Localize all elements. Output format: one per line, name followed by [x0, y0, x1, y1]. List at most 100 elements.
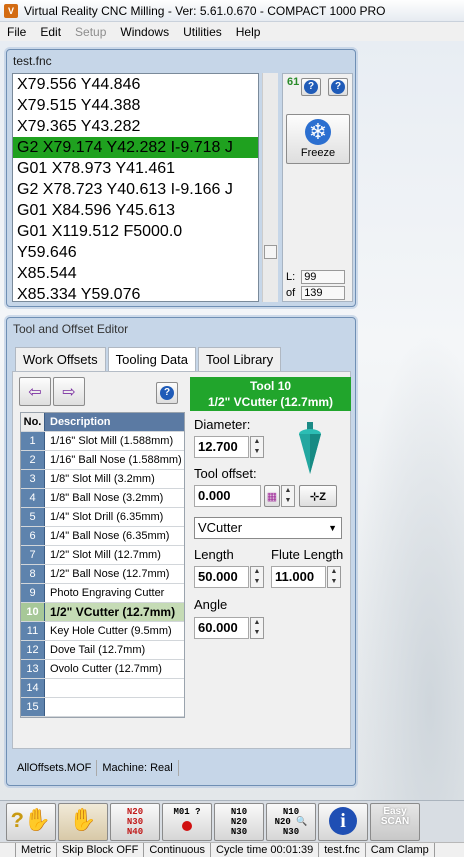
table-row[interactable]: 2 1/16" Ball Nose (1.588mm) [21, 451, 184, 470]
hand-button[interactable]: ✋ [58, 803, 108, 841]
import-tool-button[interactable]: ⇦ [19, 377, 51, 406]
table-row[interactable]: 7 1/2" Slot Mill (12.7mm) [21, 546, 184, 565]
code-line[interactable]: G01 X119.512 F5000.0 [13, 221, 258, 242]
help-tool-button[interactable]: ?✋ [6, 803, 56, 841]
info-icon: i [329, 807, 357, 835]
length-spinner[interactable]: ▲ ▼ [250, 566, 264, 588]
tool-offset-input[interactable]: 0.000 [194, 485, 261, 507]
flute-length-input[interactable]: 11.000 [271, 566, 326, 588]
m01-button[interactable]: M01 ? [162, 803, 212, 841]
help-button[interactable]: ? [328, 78, 348, 96]
table-row[interactable]: 4 1/8" Ball Nose (3.2mm) [21, 489, 184, 508]
code-line-current[interactable]: G2 X79.174 Y42.282 I-9.718 J [13, 137, 258, 158]
tool-description-cell: 1/8" Slot Mill (3.2mm) [50, 473, 155, 485]
scroll-thumb[interactable] [264, 245, 277, 259]
menu-edit[interactable]: Edit [33, 25, 68, 39]
tool-number-cell: 4 [21, 489, 45, 507]
editor-title: test.fnc [13, 54, 52, 68]
chevron-down-icon: ▼ [328, 523, 337, 533]
code-line[interactable]: X85.544 [13, 263, 258, 284]
code-line[interactable]: G01 X78.973 Y41.461 [13, 158, 258, 179]
code-view[interactable]: X79.556 Y44.846 X79.515 Y44.388 X79.365 … [12, 73, 259, 302]
info-button[interactable]: i [318, 803, 368, 841]
question-icon: ? [304, 80, 318, 94]
app-icon: V [4, 3, 18, 18]
tool-number-cell: 1 [21, 432, 45, 450]
snowflake-icon: ❄ [305, 119, 331, 145]
tooling-help-button[interactable]: ? [156, 382, 178, 404]
file-status: test.fnc [319, 843, 366, 857]
export-tool-button[interactable]: ⇨ [53, 377, 85, 406]
cutter-type-value: VCutter [198, 520, 243, 535]
tool-description-cell: 1/8" Ball Nose (3.2mm) [50, 492, 164, 504]
n10-button[interactable]: N10 N20 N30 [214, 803, 264, 841]
table-row[interactable]: 15 [21, 698, 184, 717]
code-line[interactable]: G01 X84.596 Y45.613 [13, 200, 258, 221]
menu-windows[interactable]: Windows [113, 25, 176, 39]
code-line[interactable]: Y59.646 [13, 242, 258, 263]
table-row[interactable]: 13 Ovolo Cutter (12.7mm) [21, 660, 184, 679]
calculator-button[interactable]: ▦ [264, 485, 280, 507]
table-row[interactable]: 12 Dove Tail (12.7mm) [21, 641, 184, 660]
table-row[interactable]: 11 Key Hole Cutter (9.5mm) [21, 622, 184, 641]
m01-label: M01 ? [173, 807, 201, 817]
table-row[interactable]: 14 [21, 679, 184, 698]
diameter-input[interactable]: 12.700 [194, 436, 249, 458]
of-value: 139 [301, 286, 346, 300]
tab-tooling-data[interactable]: Tooling Data [107, 347, 196, 371]
tab-work-offsets[interactable]: Work Offsets [15, 347, 106, 371]
menu-file[interactable]: File [0, 25, 33, 39]
table-header: No. Description [21, 413, 184, 432]
bottom-toolbar: ?✋ ✋ N20 N30 N40 M01 ? N10 N20 N30 N10 N20 🔍 N… [0, 800, 464, 842]
angle-spinner[interactable]: ▲ ▼ [250, 617, 264, 639]
gcode-help-button[interactable]: ? [301, 78, 321, 96]
cutter-type-select[interactable]: VCutter ▼ [194, 517, 342, 539]
editor-side-panel: 61 ? ? ❄ Freeze L: 99 of 139 [282, 73, 353, 302]
skip-block-status[interactable]: Skip Block OFF [57, 843, 145, 857]
tool-number-cell: 12 [21, 641, 45, 659]
table-row[interactable]: 6 1/4" Ball Nose (6.35mm) [21, 527, 184, 546]
code-line[interactable]: X79.365 Y43.282 [13, 116, 258, 137]
tab-tool-library[interactable]: Tool Library [197, 347, 282, 371]
table-row[interactable]: 3 1/8" Slot Mill (3.2mm) [21, 470, 184, 489]
tool-number-cell: 7 [21, 546, 45, 564]
arrow-left-icon: ⇦ [28, 383, 42, 401]
easy-scan-button[interactable]: Easy SCAN [370, 803, 420, 841]
tool-description-cell: Ovolo Cutter (12.7mm) [50, 663, 162, 675]
n10-search-button[interactable]: N10 N20 🔍 N30 [266, 803, 316, 841]
flute-length-spinner[interactable]: ▲ ▼ [327, 566, 341, 588]
code-line[interactable]: X79.515 Y44.388 [13, 95, 258, 116]
tool-number-cell: 5 [21, 508, 45, 526]
arrow-right-icon: ⇨ [62, 383, 76, 401]
code-line[interactable]: G2 X78.723 Y40.613 I-9.166 J [13, 179, 258, 200]
code-scrollbar[interactable] [262, 73, 278, 302]
mode-status[interactable]: Continuous [144, 843, 212, 857]
table-row[interactable]: 10 1/2" VCutter (12.7mm) [21, 603, 184, 622]
length-input[interactable]: 50.000 [194, 566, 249, 588]
menu-setup[interactable]: Setup [68, 25, 113, 39]
angle-input[interactable]: 60.000 [194, 617, 249, 639]
hand-icon: ✋ [69, 809, 97, 834]
tool-offset-spinner[interactable]: ▲ ▼ [281, 485, 295, 507]
table-row[interactable]: 8 1/2" Ball Nose (12.7mm) [21, 565, 184, 584]
menu-help[interactable]: Help [229, 25, 268, 39]
column-header-description: Description [45, 413, 184, 431]
freeze-button[interactable]: ❄ Freeze [286, 114, 350, 164]
code-line[interactable]: X79.556 Y44.846 [13, 74, 258, 95]
gcode-n20-button[interactable]: N20 N30 N40 [110, 803, 160, 841]
menu-utilities[interactable]: Utilities [176, 25, 229, 39]
restart-from-line-icon: N20 N30 N40 [126, 807, 144, 837]
of-label: of [286, 287, 296, 299]
length-label: Length [194, 547, 234, 562]
set-z-offset-button[interactable]: ⊹Z [299, 485, 337, 507]
question-hand-icon: ?✋ [10, 809, 52, 834]
table-row[interactable]: 5 1/4" Slot Drill (6.35mm) [21, 508, 184, 527]
tool-number-cell: 15 [21, 698, 45, 716]
code-line[interactable]: X85.334 Y59.076 [13, 284, 258, 301]
table-row[interactable]: 9 Photo Engraving Cutter [21, 584, 184, 603]
tool-description-cell: Key Hole Cutter (9.5mm) [50, 625, 172, 637]
calculator-icon: ▦ [266, 490, 278, 503]
table-row[interactable]: 1 1/16" Slot Mill (1.588mm) [21, 432, 184, 451]
units-status: Metric [16, 843, 57, 857]
diameter-spinner[interactable]: ▲ ▼ [250, 436, 264, 458]
